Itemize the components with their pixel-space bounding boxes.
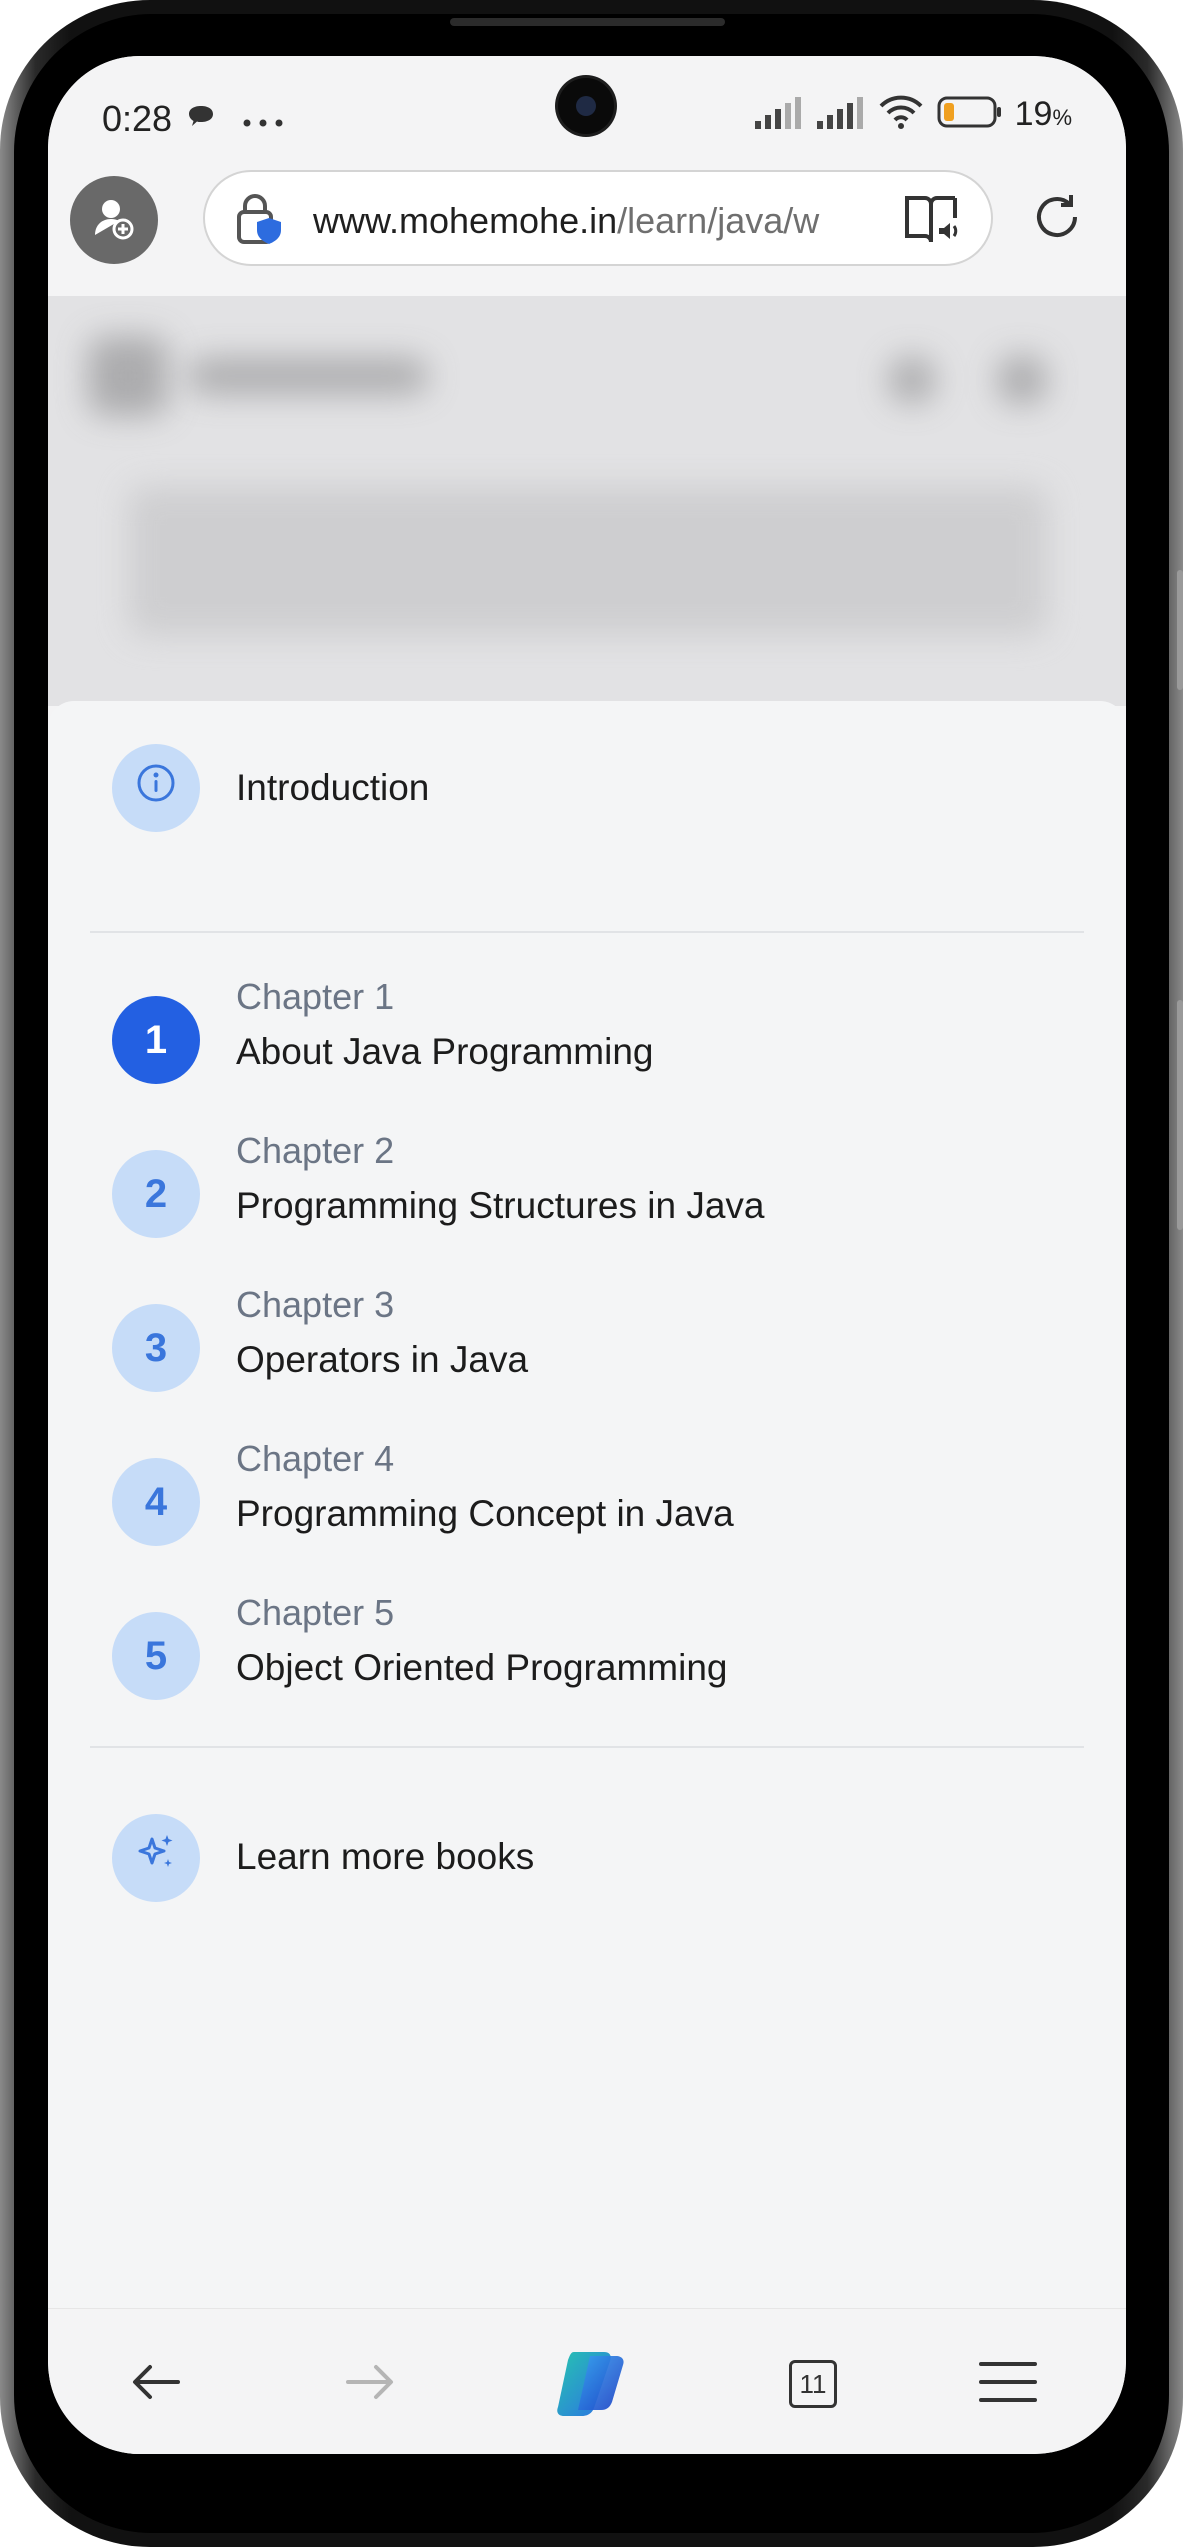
tabs-button[interactable]: 11: [773, 2349, 853, 2419]
chapter-label: Chapter 2: [236, 1130, 395, 1171]
more-notifications-icon: [243, 114, 283, 132]
chapter-label: Chapter 3: [236, 1284, 395, 1325]
hamburger-menu-icon: [979, 2360, 1037, 2409]
volume-button: [1177, 570, 1183, 690]
read-aloud-icon[interactable]: [903, 194, 963, 251]
status-bar: 0:28 19%: [48, 56, 1126, 176]
wifi-icon: [877, 94, 925, 135]
intro-icon-circle: [112, 744, 200, 832]
menu-item-learn-more[interactable]: Learn more books: [48, 1791, 1126, 1941]
browser-toolbar: www.mohemohe.in/learn/java/w: [48, 170, 1126, 296]
menu-divider: [90, 931, 1084, 933]
blurred-title: [188, 358, 428, 394]
sparkle-icon: [134, 1831, 178, 1885]
tabs-icon: 11: [789, 2360, 837, 2408]
profile-button[interactable]: [70, 176, 158, 264]
menu-item-chapter-3[interactable]: 3 Chapter 3 Operators in Java: [48, 1280, 1126, 1430]
chapter-number-badge: 5: [112, 1612, 200, 1700]
reload-button[interactable]: [1024, 186, 1090, 252]
chapter-menu-sheet: Introduction 1 Chapter 1 About Java Prog…: [48, 701, 1126, 2346]
phone-screen: 0:28 19% www.mohemohe.in/learn/java/w In…: [48, 56, 1126, 2454]
blurred-logo: [88, 336, 168, 416]
learn-more-label: Learn more books: [236, 1836, 535, 1877]
menu-item-chapter-4[interactable]: 4 Chapter 4 Programming Concept in Java: [48, 1434, 1126, 1584]
chapter-number-badge: 4: [112, 1458, 200, 1546]
battery-percent: 19%: [1014, 95, 1072, 133]
chapter-title: Object Oriented Programming: [236, 1647, 728, 1688]
chapter-title: Operators in Java: [236, 1339, 529, 1380]
signal-icon: [753, 95, 803, 134]
blurred-icon: [998, 356, 1046, 404]
profile-add-icon: [91, 195, 137, 246]
menu-item-chapter-2[interactable]: 2 Chapter 2 Programming Structures in Ja…: [48, 1126, 1126, 1276]
menu-button[interactable]: [968, 2349, 1048, 2419]
chapter-label: Chapter 4: [236, 1438, 395, 1479]
url-domain: www.mohemohe.in: [313, 200, 618, 241]
copilot-button[interactable]: [547, 2339, 637, 2429]
copilot-icon: [548, 2342, 636, 2427]
menu-item-introduction[interactable]: Introduction: [48, 701, 1126, 876]
chapter-title: About Java Programming: [236, 1031, 654, 1072]
introduction-label: Introduction: [236, 767, 430, 808]
power-button: [1177, 1000, 1183, 1230]
url-text[interactable]: www.mohemohe.in/learn/java/w: [313, 200, 873, 242]
chapter-title: Programming Concept in Java: [236, 1493, 734, 1534]
tab-count: 11: [799, 2369, 827, 2399]
earpiece-speaker: [450, 18, 725, 26]
address-bar[interactable]: www.mohemohe.in/learn/java/w: [203, 170, 993, 266]
chapter-number-badge: 2: [112, 1150, 200, 1238]
blurred-icon: [888, 356, 936, 404]
url-path: /learn/java/w: [617, 200, 820, 241]
menu-divider: [90, 1746, 1084, 1748]
blurred-page-background: [48, 296, 1126, 706]
back-arrow-icon: [130, 2362, 182, 2407]
chapter-number-badge: 1: [112, 996, 200, 1084]
battery-icon: [937, 95, 1003, 134]
status-time: 0:28: [102, 98, 173, 139]
blurred-card: [128, 486, 1048, 636]
back-button[interactable]: [116, 2349, 196, 2419]
chapter-label: Chapter 1: [236, 976, 395, 1017]
security-lock-icon[interactable]: [233, 192, 289, 253]
bottom-toolbar: 11: [48, 2308, 1126, 2454]
menu-item-chapter-5[interactable]: 5 Chapter 5 Object Oriented Programming: [48, 1588, 1126, 1738]
forward-arrow-icon: [344, 2362, 396, 2407]
forward-button[interactable]: [330, 2349, 410, 2419]
learn-more-icon-circle: [112, 1814, 200, 1902]
front-camera: [558, 78, 614, 134]
chapter-label: Chapter 5: [236, 1592, 395, 1633]
menu-item-chapter-1[interactable]: 1 Chapter 1 About Java Programming: [48, 971, 1126, 1121]
signal-icon: [815, 95, 865, 134]
chat-bubble-icon: [186, 104, 216, 137]
chapter-title: Programming Structures in Java: [236, 1185, 765, 1226]
reload-icon: [1029, 189, 1085, 250]
chapter-number-badge: 3: [112, 1304, 200, 1392]
info-icon: [135, 762, 177, 814]
status-right-group: 19%: [753, 94, 1072, 135]
